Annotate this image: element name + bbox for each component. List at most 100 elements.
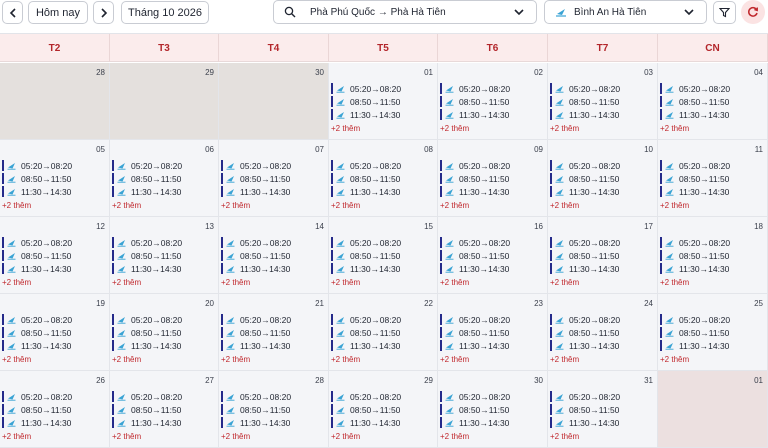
trip-item[interactable]: 08:50→11:50 (440, 404, 540, 415)
trip-item[interactable]: 05:20→08:20 (550, 83, 650, 94)
calendar-day-cell[interactable]: 11 05:20→08:20 08:50→11:50 11:30→14:30 +2 th… (658, 140, 768, 217)
trip-item[interactable]: 08:50→11:50 (221, 404, 321, 415)
more-trips-link[interactable]: +2 thêm (660, 124, 689, 133)
trip-item[interactable]: 05:20→08:20 (112, 314, 212, 325)
trip-item[interactable]: 05:20→08:20 (112, 160, 212, 171)
trip-item[interactable]: 05:20→08:20 (331, 160, 431, 171)
more-trips-link[interactable]: +2 thêm (440, 278, 469, 287)
calendar-day-cell[interactable]: 07 05:20→08:20 08:50→11:50 11:30→14:30 +2 th… (219, 140, 329, 217)
trip-item[interactable]: 05:20→08:20 (550, 391, 650, 402)
calendar-day-cell[interactable]: 20 05:20→08:20 08:50→11:50 11:30→14:30 +2 th… (110, 294, 219, 371)
more-trips-link[interactable]: +2 thêm (221, 432, 250, 441)
trip-item[interactable]: 08:50→11:50 (2, 327, 102, 338)
trip-item[interactable]: 08:50→11:50 (660, 327, 760, 338)
trip-item[interactable]: 05:20→08:20 (331, 237, 431, 248)
trip-item[interactable]: 11:30→14:30 (550, 417, 650, 428)
trip-item[interactable]: 08:50→11:50 (660, 96, 760, 107)
more-trips-link[interactable]: +2 thêm (221, 278, 250, 287)
calendar-day-cell[interactable]: 03 05:20→08:20 08:50→11:50 11:30→14:30 +2 th… (548, 63, 658, 140)
trip-item[interactable]: 05:20→08:20 (440, 314, 540, 325)
calendar-day-cell[interactable]: 05 05:20→08:20 08:50→11:50 11:30→14:30 +2 th… (0, 140, 110, 217)
trip-item[interactable]: 11:30→14:30 (112, 417, 212, 428)
trip-item[interactable]: 11:30→14:30 (112, 340, 212, 351)
calendar-day-cell[interactable]: 29 (110, 63, 219, 140)
more-trips-link[interactable]: +2 thêm (550, 124, 579, 133)
trip-item[interactable]: 05:20→08:20 (221, 314, 321, 325)
trip-item[interactable]: 11:30→14:30 (331, 263, 431, 274)
more-trips-link[interactable]: +2 thêm (660, 355, 689, 364)
more-trips-link[interactable]: +2 thêm (112, 355, 141, 364)
trip-item[interactable]: 08:50→11:50 (660, 250, 760, 261)
trip-item[interactable]: 05:20→08:20 (550, 160, 650, 171)
refresh-button[interactable] (741, 0, 765, 24)
trip-item[interactable]: 05:20→08:20 (221, 391, 321, 402)
more-trips-link[interactable]: +2 thêm (331, 432, 360, 441)
more-trips-link[interactable]: +2 thêm (550, 278, 579, 287)
trip-item[interactable]: 11:30→14:30 (112, 263, 212, 274)
calendar-day-cell[interactable]: 26 05:20→08:20 08:50→11:50 11:30→14:30 +2 th… (0, 371, 110, 448)
trip-item[interactable]: 11:30→14:30 (2, 417, 102, 428)
trip-item[interactable]: 08:50→11:50 (331, 173, 431, 184)
today-button[interactable]: Hôm nay (28, 1, 88, 24)
trip-item[interactable]: 05:20→08:20 (440, 160, 540, 171)
trip-item[interactable]: 11:30→14:30 (331, 417, 431, 428)
trip-item[interactable]: 05:20→08:20 (660, 160, 760, 171)
trip-item[interactable]: 08:50→11:50 (2, 404, 102, 415)
calendar-day-cell[interactable]: 25 05:20→08:20 08:50→11:50 11:30→14:30 +2 th… (658, 294, 768, 371)
trip-item[interactable]: 11:30→14:30 (221, 186, 321, 197)
trip-item[interactable]: 08:50→11:50 (440, 173, 540, 184)
trip-item[interactable]: 08:50→11:50 (112, 173, 212, 184)
calendar-day-cell[interactable]: 28 (0, 63, 110, 140)
calendar-day-cell[interactable]: 30 (219, 63, 329, 140)
calendar-day-cell[interactable]: 31 05:20→08:20 08:50→11:50 11:30→14:30 +2 th… (548, 371, 658, 448)
trip-item[interactable]: 11:30→14:30 (550, 109, 650, 120)
trip-item[interactable]: 11:30→14:30 (660, 109, 760, 120)
trip-item[interactable]: 05:20→08:20 (660, 83, 760, 94)
trip-item[interactable]: 11:30→14:30 (440, 186, 540, 197)
trip-item[interactable]: 11:30→14:30 (2, 186, 102, 197)
calendar-day-cell[interactable]: 08 05:20→08:20 08:50→11:50 11:30→14:30 +2 th… (329, 140, 438, 217)
trip-item[interactable]: 05:20→08:20 (2, 160, 102, 171)
trip-item[interactable]: 11:30→14:30 (331, 186, 431, 197)
calendar-day-cell[interactable]: 06 05:20→08:20 08:50→11:50 11:30→14:30 +2 th… (110, 140, 219, 217)
trip-item[interactable]: 11:30→14:30 (550, 186, 650, 197)
calendar-day-cell[interactable]: 18 05:20→08:20 08:50→11:50 11:30→14:30 +2 th… (658, 217, 768, 294)
trip-item[interactable]: 08:50→11:50 (550, 96, 650, 107)
trip-item[interactable]: 11:30→14:30 (440, 263, 540, 274)
trip-item[interactable]: 05:20→08:20 (440, 391, 540, 402)
calendar-day-cell[interactable]: 22 05:20→08:20 08:50→11:50 11:30→14:30 +2 th… (329, 294, 438, 371)
trip-item[interactable]: 11:30→14:30 (440, 417, 540, 428)
trip-item[interactable]: 08:50→11:50 (2, 250, 102, 261)
calendar-day-cell[interactable]: 09 05:20→08:20 08:50→11:50 11:30→14:30 +2 th… (438, 140, 548, 217)
trip-item[interactable]: 11:30→14:30 (221, 263, 321, 274)
trip-item[interactable]: 05:20→08:20 (112, 391, 212, 402)
trip-item[interactable]: 11:30→14:30 (440, 109, 540, 120)
more-trips-link[interactable]: +2 thêm (331, 124, 360, 133)
trip-item[interactable]: 05:20→08:20 (550, 314, 650, 325)
trip-item[interactable]: 11:30→14:30 (550, 340, 650, 351)
more-trips-link[interactable]: +2 thêm (2, 432, 31, 441)
more-trips-link[interactable]: +2 thêm (550, 201, 579, 210)
trip-item[interactable]: 08:50→11:50 (331, 96, 431, 107)
trip-item[interactable]: 08:50→11:50 (221, 173, 321, 184)
trip-item[interactable]: 08:50→11:50 (440, 327, 540, 338)
trip-item[interactable]: 05:20→08:20 (2, 314, 102, 325)
prev-month-button[interactable] (2, 1, 23, 24)
trip-item[interactable]: 05:20→08:20 (112, 237, 212, 248)
trip-item[interactable]: 08:50→11:50 (112, 327, 212, 338)
calendar-day-cell[interactable]: 16 05:20→08:20 08:50→11:50 11:30→14:30 +2 th… (438, 217, 548, 294)
route-select[interactable]: Phà Phú Quốc → Phà Hà Tiên (273, 0, 537, 24)
calendar-day-cell[interactable]: 28 05:20→08:20 08:50→11:50 11:30→14:30 +2 th… (219, 371, 329, 448)
trip-item[interactable]: 05:20→08:20 (550, 237, 650, 248)
more-trips-link[interactable]: +2 thêm (221, 355, 250, 364)
trip-item[interactable]: 08:50→11:50 (550, 327, 650, 338)
more-trips-link[interactable]: +2 thêm (2, 355, 31, 364)
more-trips-link[interactable]: +2 thêm (112, 278, 141, 287)
calendar-day-cell[interactable]: 10 05:20→08:20 08:50→11:50 11:30→14:30 +2 th… (548, 140, 658, 217)
trip-item[interactable]: 05:20→08:20 (331, 83, 431, 94)
trip-item[interactable]: 11:30→14:30 (440, 340, 540, 351)
trip-item[interactable]: 05:20→08:20 (221, 160, 321, 171)
more-trips-link[interactable]: +2 thêm (221, 201, 250, 210)
more-trips-link[interactable]: +2 thêm (331, 201, 360, 210)
trip-item[interactable]: 08:50→11:50 (440, 96, 540, 107)
